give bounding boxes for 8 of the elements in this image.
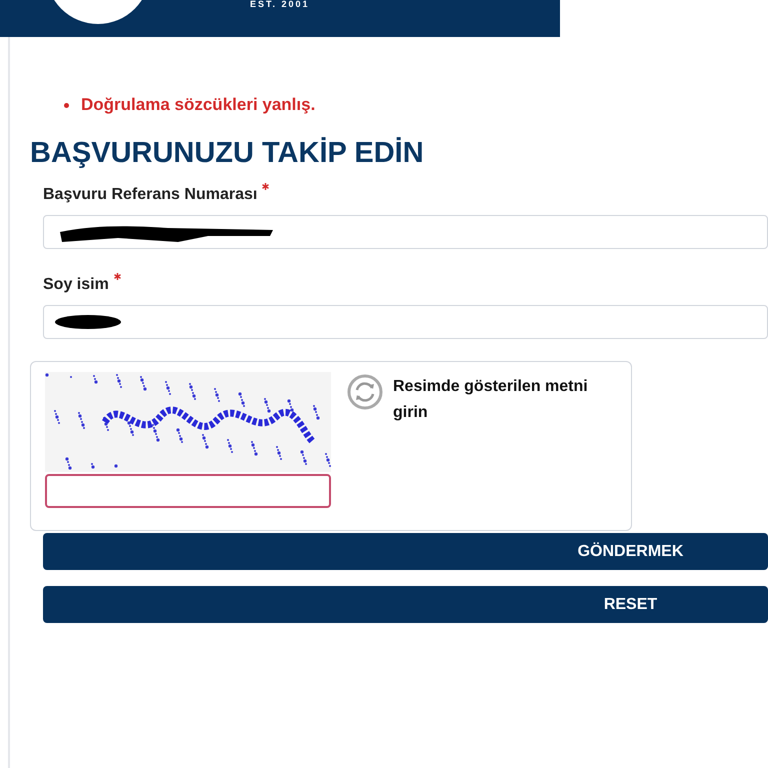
field-label: Soy isim [43, 275, 109, 295]
page-title: BAŞVURUNUZU TAKİP EDİN [30, 136, 425, 170]
header-tagline: EST. 2001 [250, 0, 310, 9]
captcha-prompt: Resimde gösterilen metni girin [393, 377, 589, 423]
form-button[interactable]: GÖNDERMEK [43, 533, 768, 570]
error-message: Doğrulama sözcükleri yanlış. [81, 94, 316, 116]
field-label: Başvuru Referans Numarası [43, 185, 258, 205]
form-button[interactable]: RESET [43, 586, 768, 623]
